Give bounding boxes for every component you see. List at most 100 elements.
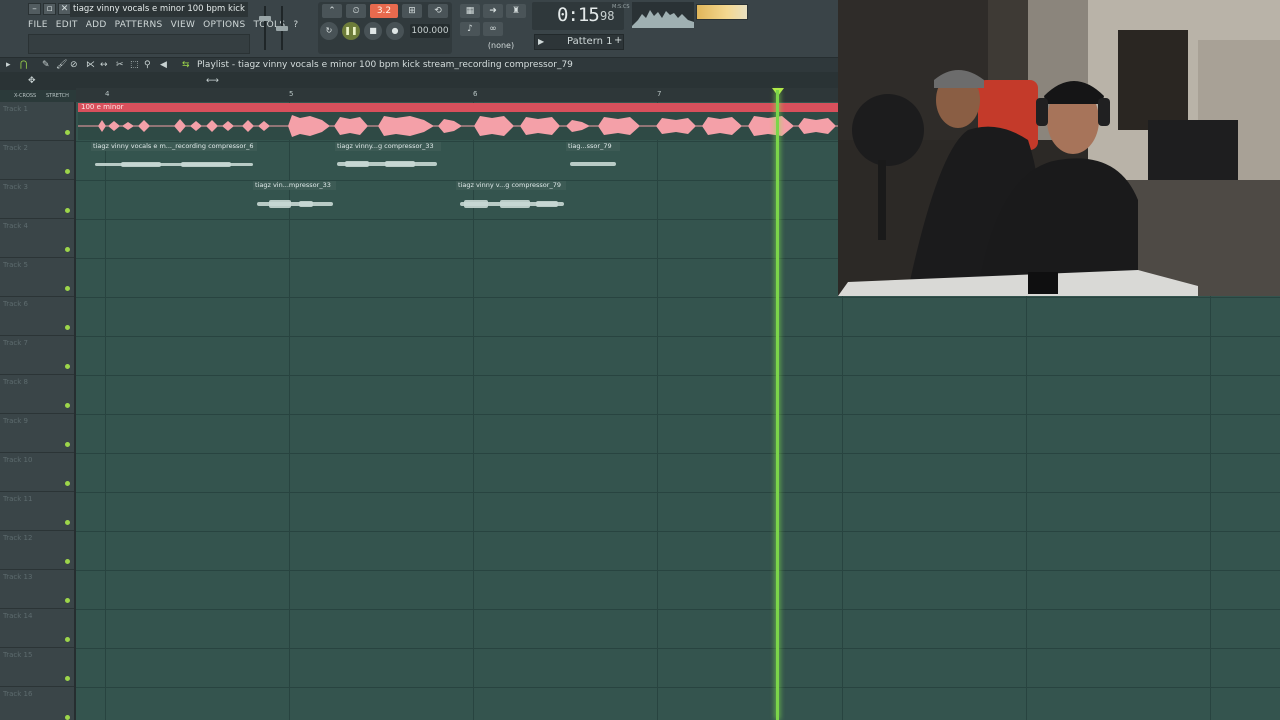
mixer-icon[interactable]: ♜	[506, 4, 526, 18]
track-header[interactable]: Track 7	[0, 336, 76, 375]
loop-record-icon[interactable]: ⟲	[428, 4, 448, 18]
track-mute-led[interactable]	[65, 598, 70, 603]
step-edit-icon[interactable]: ⊞	[402, 4, 422, 18]
track-mute-led[interactable]	[65, 169, 70, 174]
track-mute-led[interactable]	[65, 208, 70, 213]
slip-tool-icon[interactable]: ↔	[100, 60, 108, 70]
paint-tool-icon[interactable]: 🖌	[56, 60, 67, 70]
pause-button[interactable]: ❚❚	[342, 22, 360, 40]
clip-waveform[interactable]	[566, 151, 620, 175]
clip-waveform[interactable]	[91, 151, 257, 175]
link-icon[interactable]: ∞	[483, 22, 503, 36]
menu-help[interactable]: ?	[293, 18, 298, 32]
track-mute-led[interactable]	[65, 715, 70, 720]
master-peak-meter	[696, 4, 748, 20]
track-mute-led[interactable]	[65, 247, 70, 252]
menu-view[interactable]: VIEW	[171, 18, 196, 32]
track-mute-led[interactable]	[65, 676, 70, 681]
master-pitch-slider[interactable]	[276, 6, 288, 52]
hint-bar	[28, 34, 250, 54]
track-header[interactable]: Track 6	[0, 297, 76, 336]
playback-tool-icon[interactable]: ◀	[160, 60, 167, 70]
cross-label[interactable]: X-CROSS	[14, 93, 36, 99]
playlist-arrows-icon[interactable]: ⇆	[182, 60, 190, 70]
stretch-label[interactable]: STRETCH	[46, 93, 69, 99]
track-name: Track 16	[3, 690, 33, 698]
ruler-bar-6: 6	[473, 90, 478, 98]
draw-tool-icon[interactable]: ✎	[42, 60, 50, 70]
track-mute-led[interactable]	[65, 286, 70, 291]
magnet-icon[interactable]: ⋂	[20, 60, 27, 70]
piano-icon[interactable]: ▦	[460, 4, 480, 18]
track-mute-led[interactable]	[65, 130, 70, 135]
loop-icon[interactable]: ↻	[320, 22, 338, 40]
track-header[interactable]: Track 3	[0, 180, 76, 219]
options-arrow-icon[interactable]: ▸	[6, 60, 11, 70]
window-controls: – ▫ ✕	[28, 3, 71, 15]
tempo-display[interactable]: 100.000	[410, 24, 450, 38]
minimize-button[interactable]: –	[28, 3, 41, 15]
slice-tool-icon[interactable]: ✂	[116, 60, 124, 70]
ruler-bar-4: 4	[105, 90, 110, 98]
audio-clip-key[interactable]	[78, 103, 838, 112]
clip-waveform[interactable]	[253, 190, 336, 214]
track-header[interactable]: Track 11	[0, 492, 76, 531]
track-header[interactable]: Track 13	[0, 570, 76, 609]
track-mute-led[interactable]	[65, 481, 70, 486]
time-minutes-seconds: 0:15	[557, 4, 600, 26]
record-button[interactable]: ●	[386, 22, 404, 40]
key-waveform	[78, 115, 838, 137]
track-mute-led[interactable]	[65, 520, 70, 525]
track-mute-led[interactable]	[65, 325, 70, 330]
track-mute-led[interactable]	[65, 637, 70, 642]
track-mute-led[interactable]	[65, 364, 70, 369]
track-mute-led[interactable]	[65, 442, 70, 447]
track-name: Track 7	[3, 339, 28, 347]
track-name: Track 15	[3, 651, 33, 659]
timeline-ruler[interactable]	[76, 88, 838, 102]
menu-edit[interactable]: EDIT	[56, 18, 78, 32]
stop-button[interactable]: ■	[364, 22, 382, 40]
snap-select[interactable]: (none)	[478, 40, 524, 52]
track-mute-led[interactable]	[65, 403, 70, 408]
audio-clip-key-waveform[interactable]	[78, 112, 838, 140]
track-header[interactable]: Track 1	[0, 102, 76, 141]
track-header[interactable]: Track 9	[0, 414, 76, 453]
playhead[interactable]	[776, 90, 779, 720]
mute-tool-icon[interactable]: ⋉	[86, 60, 95, 70]
clip-waveform[interactable]	[335, 151, 441, 175]
track-header[interactable]: Track 12	[0, 531, 76, 570]
clip-waveform[interactable]	[456, 190, 566, 214]
select-tool-icon[interactable]: ⬚	[130, 60, 139, 70]
track-header[interactable]: Track 15	[0, 648, 76, 687]
wait-record-icon[interactable]: ⏲	[346, 4, 366, 18]
maximize-button[interactable]: ▫	[43, 3, 56, 15]
menu-options[interactable]: OPTIONS	[203, 18, 245, 32]
menu-file[interactable]: FILE	[28, 18, 48, 32]
add-pattern-button[interactable]: +	[614, 35, 622, 46]
pattern-label: Pattern 1	[567, 36, 613, 47]
track-name: Track 1	[3, 105, 28, 113]
track-header[interactable]: Track 2	[0, 141, 76, 180]
track-name: Track 6	[3, 300, 28, 308]
delete-tool-icon[interactable]: ⊘	[70, 60, 78, 70]
track-header[interactable]: Track 4	[0, 219, 76, 258]
track-header[interactable]: Track 5	[0, 258, 76, 297]
zoom-tool-icon[interactable]: ⚲	[144, 60, 151, 70]
pattern-arrow-icon[interactable]: ▶	[538, 37, 544, 46]
move-icon[interactable]: ✥	[28, 76, 36, 86]
track-header[interactable]: Track 10	[0, 453, 76, 492]
track-header[interactable]: Track 16	[0, 687, 76, 720]
countdown-toggle[interactable]: 3.2	[370, 4, 398, 18]
track-mute-led[interactable]	[65, 559, 70, 564]
track-header[interactable]: Track 14	[0, 609, 76, 648]
menu-add[interactable]: ADD	[86, 18, 107, 32]
metronome-icon[interactable]: ⌃	[322, 4, 342, 18]
track-header[interactable]: Track 8	[0, 375, 76, 414]
track-name: Track 13	[3, 573, 33, 581]
track-name: Track 12	[3, 534, 33, 542]
master-volume-slider[interactable]	[258, 6, 272, 52]
pencil-icon[interactable]: ♪	[460, 22, 480, 36]
arrow-right-icon[interactable]: ➜	[483, 4, 503, 18]
menu-patterns[interactable]: PATTERNS	[115, 18, 163, 32]
